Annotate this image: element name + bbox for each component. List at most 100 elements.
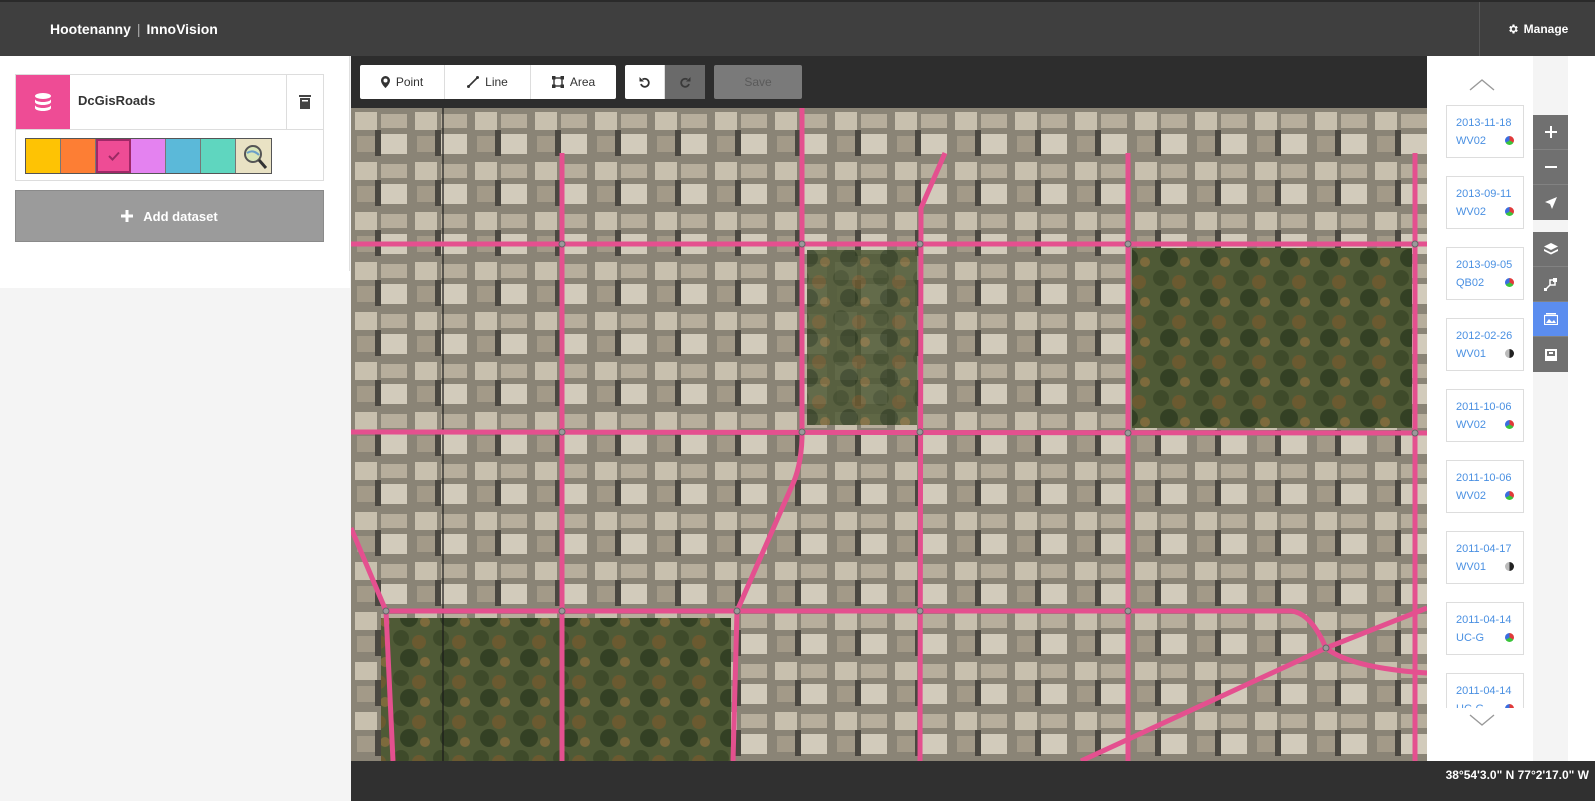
imagery-sensor: WV02	[1456, 419, 1486, 431]
zoom-out-button[interactable]	[1533, 150, 1568, 185]
history-tools	[625, 65, 705, 99]
imagery-item[interactable]: 2013-09-05 QB02	[1446, 247, 1524, 300]
app-name: Hootenanny	[50, 21, 131, 37]
map-pin-icon	[380, 76, 390, 88]
imagery-sensor: WV01	[1456, 561, 1486, 573]
color-swatch[interactable]	[26, 139, 61, 173]
imagery-sensor: WV01	[1456, 348, 1486, 360]
app-module: InnoVision	[146, 21, 218, 37]
multispectral-icon	[1505, 136, 1514, 145]
imagery-date: 2013-09-05	[1456, 259, 1513, 271]
locate-button[interactable]	[1533, 185, 1568, 220]
undo-button[interactable]	[625, 65, 665, 99]
imagery-date: 2011-10-06	[1456, 401, 1512, 413]
draw-tools: Point Line Area	[360, 65, 616, 99]
color-swatch[interactable]	[131, 139, 166, 173]
multispectral-icon	[1505, 207, 1514, 216]
add-dataset-button[interactable]: Add dataset	[15, 190, 324, 242]
add-area-button[interactable]: Area	[531, 65, 616, 99]
sidebar: DcGisRoads Add dataset	[0, 56, 350, 288]
color-swatches	[25, 138, 272, 174]
dataset-card: DcGisRoads	[15, 74, 324, 181]
add-point-button[interactable]: Point	[360, 65, 445, 99]
app-header: Hootenanny | InnoVision Manage	[0, 0, 1595, 56]
app-brand: Hootenanny | InnoVision	[50, 21, 218, 37]
imagery-sensor: WV02	[1456, 206, 1486, 218]
imagery-date: 2013-09-11	[1456, 188, 1512, 200]
brand-separator: |	[136, 21, 141, 37]
panchromatic-icon	[1505, 562, 1514, 571]
color-swatch[interactable]	[166, 139, 201, 173]
imagery-sensor: QB02	[1456, 277, 1485, 289]
osm-logo-icon	[243, 145, 267, 169]
panel-controls	[1533, 232, 1568, 372]
imagery-list: 2013-11-18 WV02 2013-09-11 WV02 2013-09-05 QB…	[1427, 56, 1533, 761]
zoom-in-icon	[1544, 126, 1557, 138]
database-icon[interactable]	[16, 75, 70, 129]
imagery-scroll[interactable]: 2013-11-18 WV02 2013-09-11 WV02 2013-09-05 QB…	[1427, 96, 1533, 708]
delete-dataset-button[interactable]	[286, 75, 323, 129]
multispectral-icon	[1505, 420, 1514, 429]
redo-icon	[680, 77, 691, 88]
dataset-name: DcGisRoads	[78, 93, 156, 108]
park-area	[381, 618, 731, 761]
imagery-item[interactable]: 2012-02-26 WV01	[1446, 318, 1524, 371]
imagery-item[interactable]: 2011-04-14 UC-G	[1446, 673, 1524, 708]
multispectral-icon	[1505, 704, 1514, 708]
osm-swatch[interactable]	[236, 139, 271, 173]
road[interactable]	[351, 429, 1427, 436]
imagery-sensor: WV02	[1456, 135, 1486, 147]
map-container: Point Line Area Save	[351, 56, 1427, 761]
imagery-item[interactable]: 2011-04-14 UC-G	[1446, 602, 1524, 655]
scroll-down-button[interactable]	[1469, 713, 1495, 727]
imagery-date: 2011-04-14	[1456, 614, 1512, 626]
save-button[interactable]: Save	[714, 65, 802, 99]
redo-button[interactable]	[665, 65, 705, 99]
color-swatch[interactable]	[96, 139, 131, 173]
zoom-out-icon	[1544, 166, 1557, 168]
multispectral-icon	[1505, 633, 1514, 642]
map-data-icon	[1543, 278, 1557, 291]
park-area	[807, 250, 917, 425]
archive-button[interactable]	[1533, 337, 1568, 372]
map-data-button[interactable]	[1533, 267, 1568, 302]
multispectral-icon	[1505, 278, 1514, 287]
manage-button[interactable]: Manage	[1479, 2, 1595, 56]
locate-icon	[1544, 196, 1557, 209]
imagery-date: 2013-11-18	[1456, 117, 1512, 129]
line-icon	[467, 76, 480, 88]
color-swatch[interactable]	[201, 139, 236, 173]
imagery-item[interactable]: 2011-10-06 WV02	[1446, 460, 1524, 513]
zoom-in-button[interactable]	[1533, 115, 1568, 150]
imagery-item[interactable]: 2013-11-18 WV02	[1446, 105, 1524, 158]
layers-button[interactable]	[1533, 232, 1568, 267]
imagery-date: 2011-10-06	[1456, 472, 1512, 484]
point-label: Point	[395, 75, 424, 89]
undo-icon	[639, 77, 650, 88]
area-icon	[551, 76, 564, 88]
scroll-up-button[interactable]	[1469, 78, 1495, 92]
imagery-item[interactable]: 2013-09-11 WV02	[1446, 176, 1524, 229]
imagery-button[interactable]	[1533, 302, 1568, 337]
park-area	[1132, 248, 1412, 428]
checkmark-icon	[107, 151, 120, 161]
line-label: Line	[485, 75, 508, 89]
imagery-sensor: UC-G	[1456, 703, 1484, 708]
imagery-item[interactable]: 2011-04-17 WV01	[1446, 531, 1524, 584]
status-bar: 38°54'3.0" N 77°2'17.0" W	[351, 761, 1595, 801]
right-margin	[1568, 56, 1595, 761]
add-line-button[interactable]: Line	[445, 65, 531, 99]
panel-divider	[349, 56, 350, 271]
color-swatch[interactable]	[61, 139, 96, 173]
gear-icon	[1508, 24, 1518, 34]
archive-icon	[1544, 348, 1557, 361]
imagery-date: 2011-04-14	[1456, 685, 1512, 697]
chevron-down-icon	[1469, 714, 1495, 726]
imagery-item[interactable]: 2011-10-06 WV02	[1446, 389, 1524, 442]
map-canvas[interactable]	[351, 108, 1427, 761]
trash-icon	[299, 95, 311, 109]
plus-icon	[121, 210, 134, 222]
divider	[16, 129, 323, 130]
chevron-up-icon	[1469, 79, 1495, 91]
zoom-controls	[1533, 115, 1568, 220]
